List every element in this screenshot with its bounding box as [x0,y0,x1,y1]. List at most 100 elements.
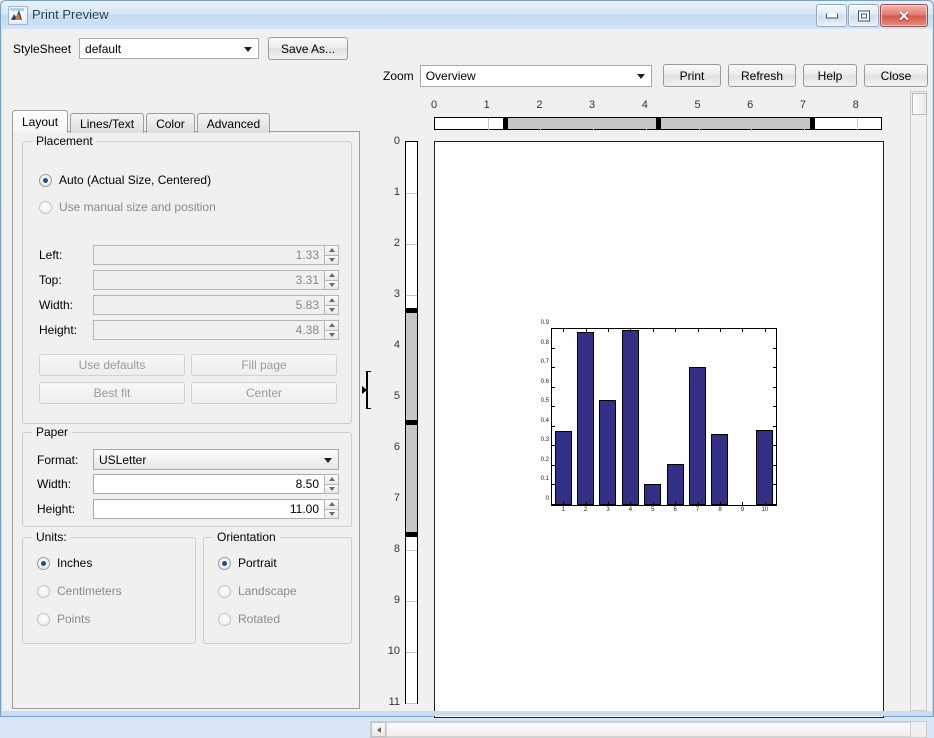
chart-y-tick-label: 0.6 [540,378,549,385]
ruler-marker[interactable] [656,118,662,129]
ruler-marker[interactable] [406,308,417,314]
splitter-arrow-icon [362,386,367,394]
chart-bar [756,429,774,505]
spinner-up-icon[interactable] [324,474,339,484]
spinner-down-icon[interactable] [324,254,339,265]
tab-advanced[interactable]: Advanced [196,113,271,133]
ruler-marker[interactable] [406,420,417,425]
spinner-up-icon[interactable] [324,320,339,330]
ruler-marker[interactable] [406,531,417,537]
vertical-scrollbar[interactable] [910,91,927,711]
vertical-scrollbar-thumb[interactable] [912,93,927,115]
chart-x-tick [608,502,609,505]
stylesheet-select[interactable]: default [79,38,260,59]
spinner[interactable]: 1.33 [93,245,339,265]
spinner-down-icon[interactable] [324,329,339,340]
chart-plot-area: 0 0.1 0.2 0.3 0.4 0.5 0.6 0.7 0.8 0.9 1 2 3 4 5 6 7 8 9 10 [541,320,777,513]
radio-manual-placement[interactable]: Use manual size and position [39,200,216,214]
button-center: Center [191,382,337,404]
radio-units-points[interactable]: Points [37,612,90,626]
chart-y-tick [773,367,776,369]
chart-x-tick [742,502,744,505]
chart-bar [554,430,572,505]
paper-width-spinner[interactable]: 8.50 [93,474,339,494]
chevron-down-icon [244,46,253,52]
tab-layout[interactable]: Layout [12,110,69,133]
ruler-marker[interactable] [809,118,815,129]
horizontal-scrollbar-track[interactable] [386,722,911,737]
radio-auto-placement[interactable]: Auto (Actual Size, Centered) [39,173,211,187]
chart-y-tick [552,445,555,447]
matlab-figure-icon [8,6,28,25]
save-as-button[interactable]: Save As... [268,37,349,60]
chart-bar [689,367,707,505]
ruler-tick-label: 7 [799,99,806,111]
panel-splitter[interactable] [362,371,372,409]
spinner[interactable]: 4.38 [93,320,339,340]
close-window-button[interactable]: ✕ [880,4,928,27]
spinner-down-icon[interactable] [324,279,339,290]
spinner-buttons[interactable] [324,474,339,494]
radio-orientation-portrait[interactable]: Portrait [218,556,277,570]
chart-y-tick-label: 0.8 [540,339,549,346]
window-controls: ✕ [815,4,928,27]
spinner-buttons[interactable] [324,245,339,265]
close-button[interactable]: Close [864,64,928,87]
zoom-select[interactable]: Overview [419,65,652,87]
spinner-up-icon[interactable] [324,245,339,255]
button-best-fit: Best fit [39,382,185,404]
spinner-buttons[interactable] [324,270,339,290]
ruler-tick-label: 10 [387,645,400,657]
ruler-tick-label: 6 [393,441,400,453]
chart-y-tick [552,484,555,486]
refresh-button[interactable]: Refresh [728,64,796,87]
ruler-tick [856,118,858,131]
paper-height-spinner[interactable]: 11.00 [93,499,339,519]
spinner-up-icon[interactable] [324,270,339,280]
spinner[interactable]: 3.31 [93,270,339,290]
minimize-button[interactable] [816,4,847,27]
spinner-up-icon[interactable] [324,295,339,305]
ruler-tick-label: 1 [393,186,400,198]
toolbar-buttons: Print Refresh Help Close [663,64,928,87]
radio-orientation-landscape[interactable]: Landscape [218,584,297,598]
spinner-up-icon[interactable] [324,499,339,509]
spinner-buttons[interactable] [324,295,339,315]
minimize-icon [825,13,838,18]
chart-x-tick [720,502,721,505]
print-button[interactable]: Print [663,64,721,87]
field-input: 5.83 [93,295,324,315]
paper-width-input[interactable]: 8.50 [93,474,324,494]
spinner-buttons[interactable] [324,320,339,340]
spinner-down-icon[interactable] [324,508,339,519]
help-button[interactable]: Help [803,64,857,87]
paper-height-input[interactable]: 11.00 [93,499,324,519]
layout-tab-panel: Placement Auto (Actual Size, Centered) U… [12,131,360,709]
scroll-left-icon[interactable] [371,722,386,737]
spinner-down-icon[interactable] [324,304,339,315]
spinner[interactable]: 5.83 [93,295,339,315]
chart-y-tick [773,347,776,349]
vertical-ruler: 0 1 2 3 4 5 6 7 8 9 10 11 [374,133,432,718]
spinner-buttons[interactable] [324,499,339,519]
placement-group-title: Placement [32,134,97,148]
paper-format-select[interactable]: USLetter [93,449,339,470]
horizontal-scrollbar[interactable] [370,721,927,738]
chart-x-tick [585,502,587,505]
radio-icon [218,584,231,598]
zoom-value: Overview [425,69,476,83]
ruler-marker[interactable] [502,118,508,129]
radio-units-inches[interactable]: Inches [37,556,92,570]
placement-field-height: Height: 4.38 [39,320,339,340]
radio-orientation-rotated[interactable]: Rotated [218,612,280,626]
tab-lines-text[interactable]: Lines/Text [70,113,145,133]
spinner-down-icon[interactable] [324,483,339,494]
chart-x-tick [697,329,699,332]
radio-icon [37,584,50,598]
radio-units-centimeters[interactable]: Centimeters [37,584,122,598]
field-label: Width: [39,298,74,312]
ruler-tick-label: 8 [852,99,859,111]
field-label: Left: [39,248,63,262]
tab-color[interactable]: Color [146,113,195,133]
maximize-button[interactable] [848,4,879,27]
